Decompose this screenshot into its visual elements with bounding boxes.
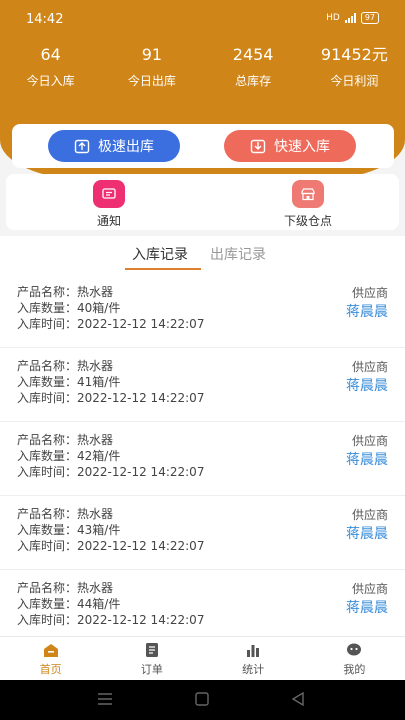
stat-value: 91 [141, 45, 163, 64]
tab-inbound-records[interactable]: 入库记录 [132, 244, 188, 264]
supplier-name[interactable]: 蒋晨晨 [346, 597, 388, 617]
home-icon [43, 644, 58, 657]
quick-outbound-button[interactable]: 极速出库 [48, 130, 180, 162]
record-product: 产品名称：热水器 [17, 581, 114, 595]
tab-outbound-records[interactable]: 出库记录 [210, 244, 266, 264]
bar-chart-icon [247, 645, 260, 657]
record-quantity: 入库数量：44箱/件 [17, 597, 121, 611]
signal-icon [344, 13, 356, 23]
quick-inbound-label: 快速入库 [274, 139, 330, 155]
tab-mine[interactable]: 我的 [304, 637, 405, 680]
record-quantity: 入库数量：41箱/件 [17, 375, 121, 389]
list-item[interactable]: 产品名称：热水器 入库数量：44箱/件 入库时间：2022-12-12 14:2… [0, 570, 405, 636]
stat-value: 2454 [232, 45, 274, 64]
list-item[interactable]: 产品名称：热水器 入库数量：42箱/件 入库时间：2022-12-12 14:2… [0, 422, 405, 496]
stats-row: 64 今日入库 91 今日出库 2454 总库存 91452元 今日利润 [0, 44, 405, 89]
back-icon[interactable] [291, 692, 305, 706]
record-quantity: 入库数量：42箱/件 [17, 449, 121, 463]
status-icons: HD 97 [326, 12, 379, 24]
tab-statistics-label: 统计 [242, 663, 265, 676]
network-label: HD [326, 13, 340, 23]
stat-today-in: 64 今日入库 [0, 44, 101, 89]
supplier-name[interactable]: 蒋晨晨 [346, 301, 388, 321]
chat-bubble-icon [347, 643, 362, 656]
sub-warehouse-shortcut[interactable]: 下级仓点 [268, 180, 348, 229]
stat-value: 91452元 [320, 45, 388, 64]
active-tab-indicator [125, 268, 201, 270]
stat-label: 今日入库 [26, 74, 75, 88]
tab-statistics[interactable]: 统计 [203, 637, 304, 680]
list-item[interactable]: 产品名称：热水器 入库数量：43箱/件 入库时间：2022-12-12 14:2… [0, 496, 405, 570]
stat-total-stock: 2454 总库存 [203, 44, 304, 89]
supplier-label: 供应商 [351, 286, 388, 300]
record-time: 入库时间：2022-12-12 14:22:07 [17, 317, 205, 331]
record-product: 产品名称：热水器 [17, 507, 114, 521]
action-panel: 极速出库 快速入库 [12, 124, 394, 168]
record-details: 产品名称：热水器 入库数量：44箱/件 入库时间：2022-12-12 14:2… [17, 580, 204, 628]
tab-home-label: 首页 [39, 663, 62, 676]
tab-orders-label: 订单 [140, 663, 163, 676]
record-time: 入库时间：2022-12-12 14:22:07 [17, 391, 205, 405]
system-navigation-bar [0, 680, 405, 720]
stat-label: 总库存 [235, 74, 272, 88]
stat-today-profit: 91452元 今日利润 [304, 44, 405, 89]
record-time: 入库时间：2022-12-12 14:22:07 [17, 613, 205, 627]
download-icon [250, 139, 266, 154]
notice-label: 通知 [96, 214, 121, 228]
supplier-label: 供应商 [351, 360, 388, 374]
battery-icon: 97 [360, 12, 379, 24]
supplier-label: 供应商 [351, 582, 388, 596]
record-details: 产品名称：热水器 入库数量：40箱/件 入库时间：2022-12-12 14:2… [17, 284, 204, 332]
message-icon [93, 180, 125, 208]
supplier-name[interactable]: 蒋晨晨 [346, 449, 388, 469]
notice-shortcut[interactable]: 通知 [69, 180, 149, 229]
supplier-name[interactable]: 蒋晨晨 [346, 523, 388, 543]
store-icon [292, 180, 324, 208]
record-product: 产品名称：热水器 [17, 433, 114, 447]
stat-today-out: 91 今日出库 [101, 44, 202, 89]
sub-warehouse-label: 下级仓点 [283, 214, 332, 228]
record-product: 产品名称：热水器 [17, 359, 114, 373]
quick-outbound-label: 极速出库 [98, 139, 154, 155]
stat-label: 今日出库 [127, 74, 176, 88]
record-time: 入库时间：2022-12-12 14:22:07 [17, 539, 205, 553]
record-time: 入库时间：2022-12-12 14:22:07 [17, 465, 205, 479]
records-list: 产品名称：热水器 入库数量：40箱/件 入库时间：2022-12-12 14:2… [0, 274, 405, 636]
record-quantity: 入库数量：43箱/件 [17, 523, 121, 537]
status-bar: 14:42 HD 97 [0, 0, 405, 38]
quick-links-panel: 通知 下级仓点 [6, 174, 399, 230]
tab-mine-label: 我的 [343, 663, 366, 676]
record-details: 产品名称：热水器 入库数量：43箱/件 入库时间：2022-12-12 14:2… [17, 506, 204, 554]
tab-orders[interactable]: 订单 [101, 637, 202, 680]
stat-label: 今日利润 [330, 74, 379, 88]
upload-icon [74, 139, 90, 154]
status-time: 14:42 [26, 12, 64, 27]
bottom-tab-bar: 首页 订单 统计 我的 [0, 636, 405, 680]
supplier-label: 供应商 [351, 508, 388, 522]
supplier-label: 供应商 [351, 434, 388, 448]
records-panel: 入库记录 出库记录 产品名称：热水器 入库数量：40箱/件 入库时间：2022-… [0, 236, 405, 636]
menu-icon[interactable] [97, 692, 113, 706]
supplier-name[interactable]: 蒋晨晨 [346, 375, 388, 395]
tab-home[interactable]: 首页 [0, 637, 101, 680]
quick-inbound-button[interactable]: 快速入库 [224, 130, 356, 162]
record-details: 产品名称：热水器 入库数量：42箱/件 入库时间：2022-12-12 14:2… [17, 432, 204, 480]
stat-value: 64 [40, 45, 61, 64]
order-icon [145, 643, 158, 657]
record-quantity: 入库数量：40箱/件 [17, 301, 121, 315]
record-product: 产品名称：热水器 [17, 285, 114, 299]
record-details: 产品名称：热水器 入库数量：41箱/件 入库时间：2022-12-12 14:2… [17, 358, 204, 406]
records-tabs: 入库记录 出库记录 [0, 236, 405, 270]
list-item[interactable]: 产品名称：热水器 入库数量：40箱/件 入库时间：2022-12-12 14:2… [0, 274, 405, 348]
list-item[interactable]: 产品名称：热水器 入库数量：41箱/件 入库时间：2022-12-12 14:2… [0, 348, 405, 422]
home-square-icon[interactable] [195, 692, 209, 706]
